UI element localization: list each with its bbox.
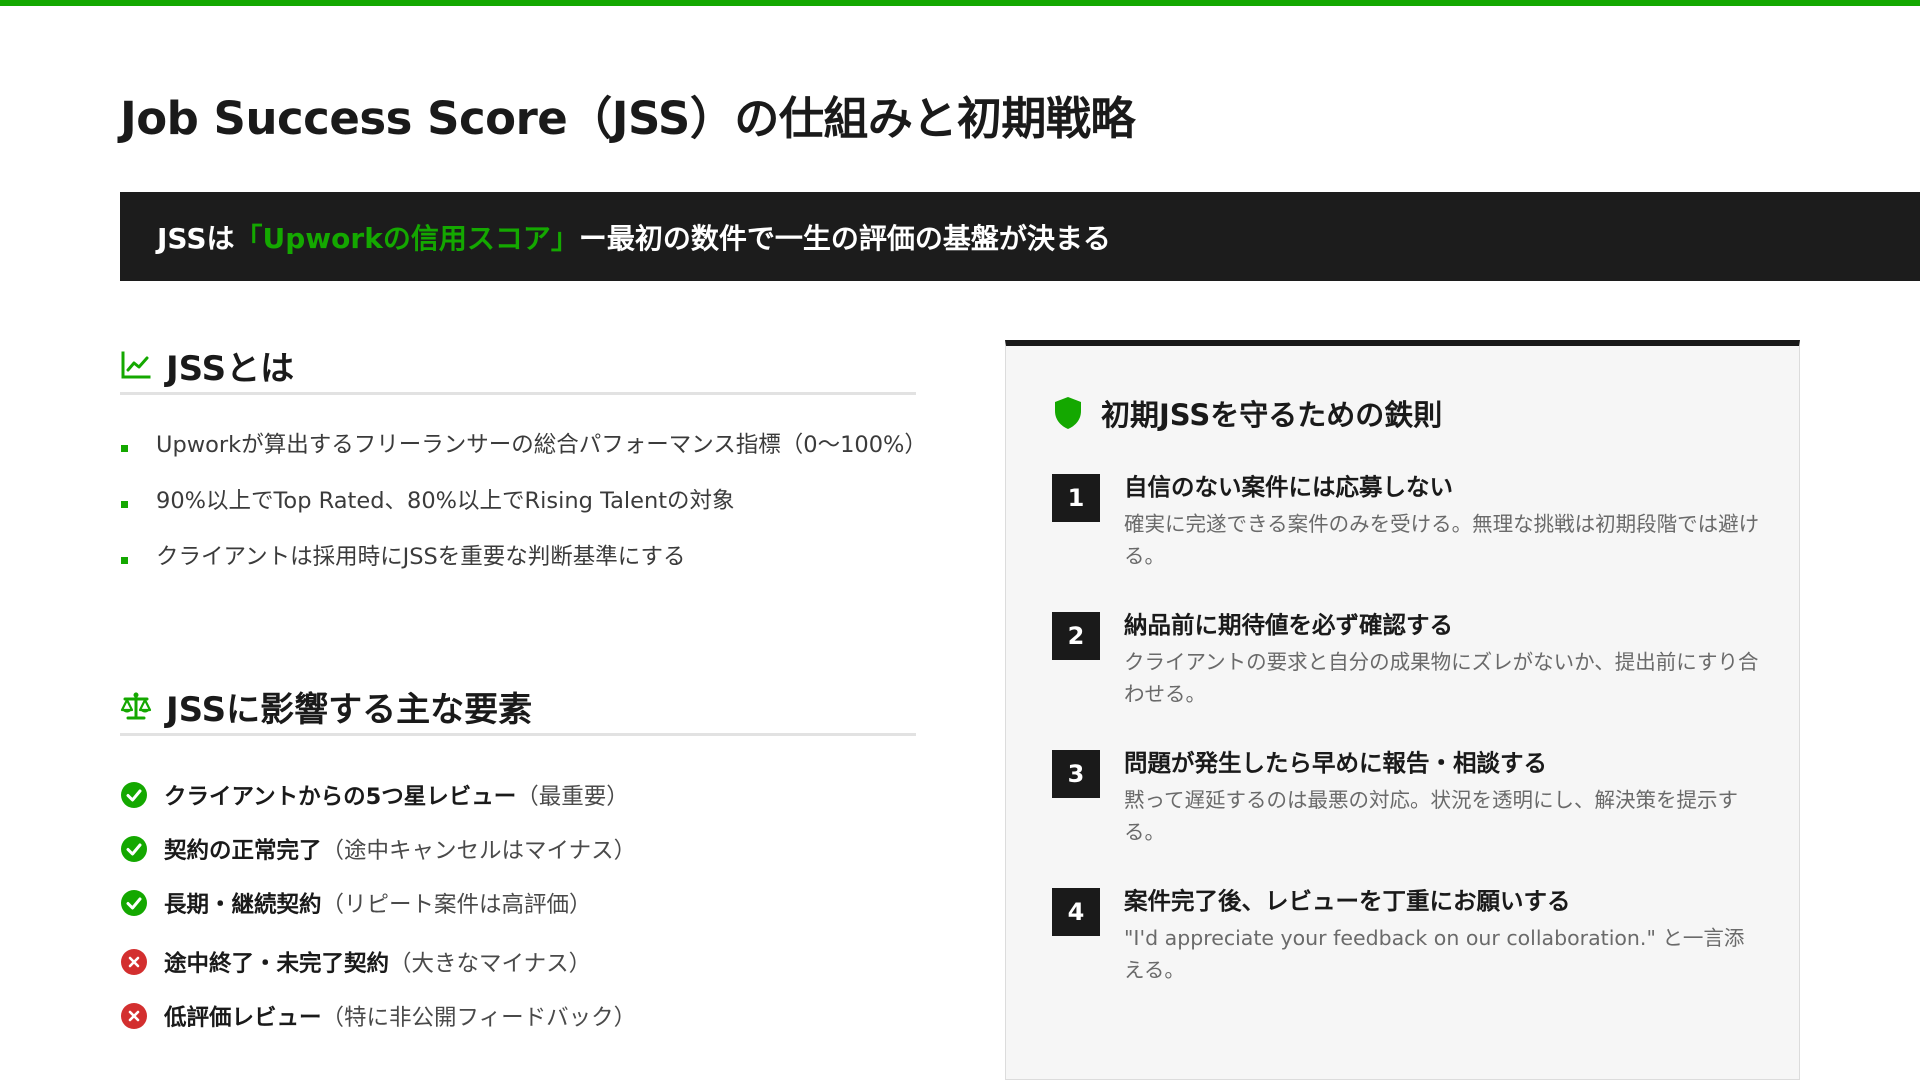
rule-number-badge: 3 <box>1052 750 1100 798</box>
rule-number-badge: 4 <box>1052 888 1100 936</box>
x-circle-icon <box>121 949 147 975</box>
section-about-title: JSSとは <box>166 348 295 389</box>
rule-title: 案件完了後、レビューを丁重にお願いする <box>1124 887 1571 915</box>
rule-description: "I'd appreciate your feedback on our col… <box>1124 926 1745 982</box>
list-item: 長期・継続契約 （リピート案件は高評価） <box>120 876 916 930</box>
rules-card: 初期JSSを守るための鉄則 1 自信のない案件には応募しない 確実に完遂できる案… <box>1005 340 1800 1080</box>
factor-note: （最重要） <box>516 784 629 810</box>
rule-title: 自信のない案件には応募しない <box>1124 473 1453 501</box>
bullet-square-icon <box>121 445 128 452</box>
section-factors-title: JSSに影響する主な要素 <box>166 689 533 730</box>
page-title: Job Success Score（JSS）の仕組みと初期戦略 <box>120 92 1135 145</box>
list-item: 低評価レビュー （特に非公開フィードバック） <box>120 989 916 1043</box>
list-item: 途中終了・未完了契約 （大きなマイナス） <box>120 935 916 989</box>
list-item: クライアントからの5つ星レビュー （最重要） <box>120 768 916 822</box>
factor-label: クライアントからの5つ星レビュー <box>164 784 517 810</box>
factor-label: 途中終了・未完了契約 <box>164 951 390 977</box>
rule-title: 納品前に期待値を必ず確認する <box>1124 611 1453 639</box>
list-item: 90%以上でTop Rated、80%以上でRising Talentの対象 <box>120 482 916 520</box>
rules-card-header: 初期JSSを守るための鉄則 <box>1053 392 1442 434</box>
scale-icon <box>120 692 152 720</box>
factor-label: 契約の正常完了 <box>164 838 322 864</box>
list-item: 契約の正常完了 （途中キャンセルはマイナス） <box>120 822 916 876</box>
bullet-square-icon <box>121 557 128 564</box>
x-circle-icon <box>121 1003 147 1029</box>
chart-line-icon <box>121 351 151 379</box>
top-accent-bar <box>0 0 1920 6</box>
about-bullet-list: Upworkが算出するフリーランサーの総合パフォーマンス指標（0〜100%） 9… <box>120 426 927 594</box>
rule-title: 問題が発生したら早めに報告・相談する <box>1124 749 1547 777</box>
factor-note: （特に非公開フィードバック） <box>321 1005 637 1031</box>
factor-label: 低評価レビュー <box>164 1005 322 1031</box>
rule-number-badge: 1 <box>1052 474 1100 522</box>
rules-card-title: 初期JSSを守るための鉄則 <box>1101 398 1443 432</box>
factor-note: （途中キャンセルはマイナス） <box>321 838 637 864</box>
banner-prefix: JSSは <box>157 221 235 255</box>
banner-highlight: 「Upworkの信用スコア」 <box>234 221 579 255</box>
banner-suffix: ー最初の数件で一生の評価の基盤が決まる <box>578 221 1111 255</box>
check-circle-icon <box>121 836 147 862</box>
check-circle-icon <box>121 890 147 916</box>
check-circle-icon <box>121 782 147 808</box>
key-message-banner: JSSは 「Upworkの信用スコア」 ー最初の数件で一生の評価の基盤が決まる <box>120 192 1920 281</box>
list-item: クライアントは採用時にJSSを重要な判断基準にする <box>120 538 916 576</box>
factor-label: 長期・継続契約 <box>164 892 322 918</box>
shield-icon <box>1055 397 1081 429</box>
rule-description: クライアントの要求と自分の成果物にズレがないか、提出前にすり合わせる。 <box>1124 650 1759 706</box>
factor-note: （リピート案件は高評価） <box>321 892 592 918</box>
rule-description: 黙って遅延するのは最悪の対応。状況を透明にし、解決策を提示する。 <box>1124 788 1738 844</box>
section-factors-header: JSSに影響する主な要素 <box>120 679 916 736</box>
rule-number-badge: 2 <box>1052 612 1100 660</box>
list-item: Upworkが算出するフリーランサーの総合パフォーマンス指標（0〜100%） <box>120 426 927 464</box>
rule-description: 確実に完遂できる案件のみを受ける。無理な挑戦は初期段階では避ける。 <box>1124 512 1760 568</box>
factor-note: （大きなマイナス） <box>389 951 592 977</box>
factor-list: クライアントからの5つ星レビュー （最重要） 契約の正常完了 （途中キャンセルはマイ… <box>120 768 916 1043</box>
section-about-header: JSSとは <box>120 338 916 395</box>
bullet-square-icon <box>121 501 128 508</box>
